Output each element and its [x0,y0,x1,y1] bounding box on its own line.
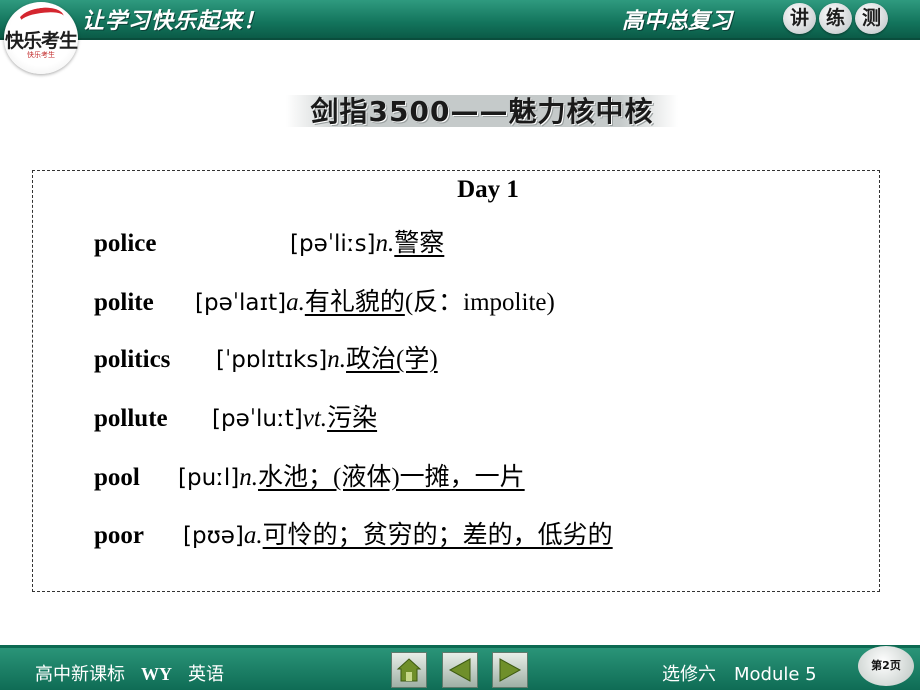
vocab-phonetic: [pəˈlaɪt] [195,290,287,316]
badge-jiang: 讲 [783,3,816,34]
vocab-entry: polite [pəˈlaɪt]a.有礼貌的(反：impolite) [94,283,555,323]
vocab-word: police [94,230,157,257]
header-badges: 讲 练 测 [783,3,888,34]
vocab-definition: 警察 [394,230,445,257]
next-page-button[interactable] [492,652,528,688]
header-slogan: 让学习快乐起来！ [82,9,267,34]
vocab-pos: n. [375,230,395,257]
vocab-pos: a. [286,289,305,316]
footer-module: 选修六 Module 5 [662,664,817,685]
previous-page-button[interactable] [442,652,478,688]
vocab-word: pollute [94,405,168,432]
vocab-entry: pool [puːl]n.水池；(液体)一摊，一片 [94,458,525,498]
vocab-word: polite [94,289,154,316]
vocab-pos: a. [243,522,263,549]
header-series-title: 高中总复习 [622,9,733,34]
page-number-badge: 第2页 [858,646,914,686]
footer-course-info: 高中新课标 WY 英语 [35,660,224,686]
vocab-phonetic: [pʊə] [183,523,244,549]
vocab-word: politics [94,346,171,373]
vocab-word: pool [94,464,140,491]
vocab-phonetic: [pəˈluːt] [212,406,303,432]
home-icon [396,658,422,682]
vocab-definition: 污染 [327,405,378,432]
home-button[interactable] [391,652,427,688]
vocab-note: (反：impolite) [404,289,555,316]
section-title: 剑指3500——魅力核中核 [310,95,654,128]
badge-ce: 测 [855,3,888,34]
brand-logo: 快乐考生 快乐考生 [4,2,78,74]
vocab-word: poor [94,522,144,549]
logo-subtitle: 快乐考生 [27,51,55,59]
badge-lian: 练 [819,3,852,34]
arrow-right-icon [499,658,522,682]
footer-subject: 英语 [188,664,224,685]
vocab-phonetic: [ˈpɒlɪtɪks] [216,347,328,373]
arrow-left-icon [448,658,471,682]
logo-title: 快乐考生 [4,30,78,52]
footer-course: 高中新课标 [35,664,125,685]
vocab-pos: n. [239,464,259,491]
vocab-entry: politics [ˈpɒlɪtɪks]n.政治(学) [94,340,438,380]
vocab-pos: vt. [302,405,328,432]
footer-edition: WY [141,664,172,684]
vocab-phonetic: [puːl] [178,465,240,491]
vocab-definition: 可怜的；贫穷的；差的，低劣的 [262,522,613,549]
vocab-pos: n. [327,346,347,373]
vocab-entry: police [pəˈliːs]n.警察 [94,224,444,264]
vocab-definition: 政治(学) [346,346,438,373]
vocab-definition: 有礼貌的 [304,289,405,316]
vocab-entry: poor [pʊə]a.可怜的；贫穷的；差的，低劣的 [94,516,613,556]
vocab-phonetic: [pəˈliːs] [290,231,376,257]
vocab-entry: pollute [pəˈluːt]vt.污染 [94,399,377,439]
day-title: Day 1 [457,176,519,203]
vocab-definition: 水池；(液体)一摊，一片 [258,464,525,491]
